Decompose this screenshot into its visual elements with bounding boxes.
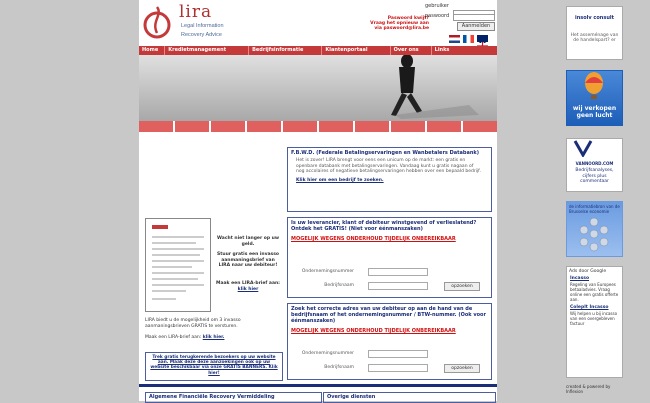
balloon-icon <box>585 72 603 99</box>
form1-label-number: Ondernemingsnummer <box>301 269 354 274</box>
ads-by-google[interactable]: Ads door Google <box>567 267 622 276</box>
french-flag-icon[interactable] <box>463 35 474 43</box>
fbwd-title: F.B.W.D. (Federale Betalingservaringen e… <box>291 150 480 156</box>
google-ad2-title[interactable]: Coleplt Incasso <box>567 303 622 310</box>
logo-line-2: Recovery Advice <box>181 32 222 38</box>
ad4-caption: de informatiebron van de Brusselse econo… <box>569 204 620 214</box>
letter-note-link[interactable]: klik hier. <box>203 335 225 340</box>
form1-search-button[interactable]: opzoeken <box>444 282 480 291</box>
nav-item-klantenportaal[interactable]: Klantenportaal <box>322 46 391 55</box>
banner-promo-link[interactable]: Trek gratis terugkerende bezoekers op uw… <box>146 353 282 378</box>
hero-banner <box>139 55 497 121</box>
letter-link[interactable]: klik hier <box>238 287 259 292</box>
password-label: paswoord <box>425 13 450 19</box>
nav-item-bedrijfsinformatie[interactable]: Bedrijfsinformatie <box>249 46 323 55</box>
letter-text-2: Stuur gratis een invasso aanmaningsbrief… <box>216 252 280 268</box>
fbwd-box: F.B.W.D. (Federale Betalingservaringen e… <box>287 147 492 212</box>
main-nav: Home Kredietmanagement Bedrijfsinformati… <box>139 46 497 55</box>
letter-note: LIRA biedt u de mogelijkheid om 3 invass… <box>145 318 241 329</box>
form2-label-number: Ondernemingsnummer <box>301 351 354 356</box>
nav-item-kredietmanagement[interactable]: Kredietmanagement <box>165 46 250 55</box>
walking-person-image <box>139 55 497 121</box>
dutch-flag-icon[interactable] <box>449 35 460 43</box>
logo-title[interactable]: lira <box>179 2 212 22</box>
google-ad1-body: Regeling van Europees betaaladvies. Vraa… <box>570 282 619 302</box>
lira-logo-icon <box>143 6 171 39</box>
ad3-caption: Bedrijfsanalyses, cijfers plus commentaa… <box>575 168 614 184</box>
form1-name-input[interactable] <box>368 282 428 290</box>
solvency-search-box: Is uw leverancier, klant of debiteur win… <box>287 217 492 298</box>
footer-col-other[interactable]: Overige diensten <box>323 392 496 403</box>
ad-balloon[interactable]: wij verkopen geen lucht <box>566 70 623 126</box>
forgot-password-email[interactable]: via paswoord@lira.be <box>367 26 429 31</box>
letter-thumbnail[interactable] <box>145 218 211 312</box>
form1-warning[interactable]: MOGELIJK WEGENS ONDERHOUD TIJDELIJK ONBE… <box>288 234 491 244</box>
header: lira Legal Information Recovery Advice P… <box>139 0 497 51</box>
ad-vannoord[interactable]: VANNOORD.COM Bedrijfsanalyses, cijfers p… <box>566 138 623 192</box>
form2-warning[interactable]: MOGELIJK WEGENS ONDERHOUD TIJDELIJK ONBE… <box>288 326 491 336</box>
user-label: gebruiker <box>425 3 449 9</box>
footer-col-recovery[interactable]: Algemene Financiële Recovery Vermiddelin… <box>145 392 322 403</box>
ad2-caption: wij verkopen geen lucht <box>572 105 617 119</box>
letter-note-2: Maak een LIRA-brief aan: klik hier. <box>145 335 225 340</box>
nav-item-home[interactable]: Home <box>139 46 166 55</box>
ad-atomium[interactable]: de informatiebron van de Brusselse econo… <box>566 201 623 257</box>
form2-search-button[interactable]: opzoeken <box>444 364 480 373</box>
google-ad2-body: Wij helpen u bij incasso van een overgeb… <box>570 311 618 326</box>
banner-promo-box: Trek gratis terugkerende bezoekers op uw… <box>145 352 283 381</box>
form1-label-name: Bedrijfsnaam <box>324 283 354 288</box>
form1-number-input[interactable] <box>368 268 428 276</box>
google-ads-box: Ads door Google Incasso Regeling van Eur… <box>566 266 623 378</box>
footer-bar <box>139 384 497 387</box>
ad1-caption: Het asseménage van de handelspart? er <box>570 33 619 43</box>
main-page: lira Legal Information Recovery Advice P… <box>139 0 497 403</box>
address-search-box: Zoek het correcte adres van uw debiteur … <box>287 303 492 380</box>
form2-label-name: Bedrijfsnaam <box>324 365 354 370</box>
uk-flag-icon[interactable] <box>476 35 489 51</box>
ad1-brand: insolv consult <box>575 15 614 21</box>
nav-item-links[interactable]: Links <box>432 46 456 55</box>
form2-name-input[interactable] <box>368 364 428 372</box>
fbwd-body: Het is zover! LIRA brengt voor eens een … <box>296 158 481 174</box>
letter-text-3: Maak een LIRA-brief aan: klik hier <box>216 281 280 292</box>
vannoord-logo-icon <box>573 140 593 159</box>
atomium-icon <box>579 217 609 252</box>
password-input[interactable] <box>453 14 495 21</box>
fbwd-link[interactable]: Klik hier om een bedrijf te zoeken. <box>288 178 491 184</box>
banner-strip <box>139 121 497 132</box>
letter-text-1: Wacht niet langer op uw geld. <box>216 236 280 247</box>
created-by[interactable]: created & powered by Inflexion <box>566 384 626 394</box>
login-button[interactable]: Aanmelden <box>457 22 495 31</box>
form2-title: Zoek het correcte adres van uw debiteur … <box>291 306 486 324</box>
nav-item-over-ons[interactable]: Over ons <box>391 46 432 55</box>
form1-title: Is uw leverancier, klant of debiteur win… <box>291 220 477 232</box>
ad-insolv-consult[interactable]: insolv consult Het asseménage van de han… <box>566 6 623 60</box>
form2-number-input[interactable] <box>368 350 428 358</box>
logo-line-1: Legal Information <box>181 23 224 29</box>
